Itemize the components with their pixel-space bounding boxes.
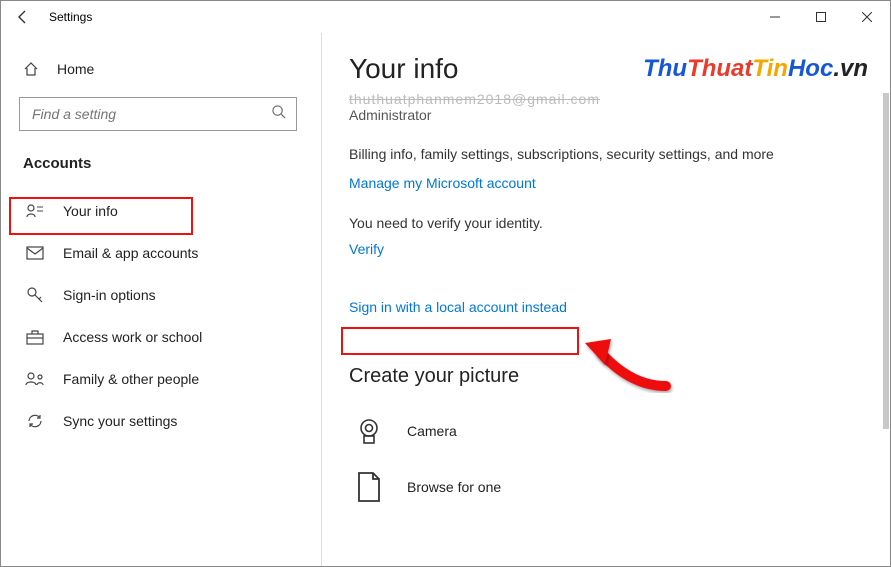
sync-icon bbox=[23, 412, 47, 430]
sidebar-item-email-accounts[interactable]: Email & app accounts bbox=[19, 232, 311, 274]
window-body: Home Accounts Your info Email & app bbox=[1, 33, 890, 566]
local-account-link[interactable]: Sign in with a local account instead bbox=[349, 299, 567, 315]
scrollbar-thumb[interactable] bbox=[883, 93, 889, 429]
people-icon bbox=[23, 371, 47, 387]
briefcase-icon bbox=[23, 329, 47, 345]
browse-label: Browse for one bbox=[407, 479, 501, 495]
local-account-wrap: Sign in with a local account instead bbox=[349, 299, 850, 317]
titlebar: Settings bbox=[1, 1, 890, 33]
search-box[interactable] bbox=[19, 97, 297, 131]
mail-icon bbox=[23, 246, 47, 260]
billing-info-text: Billing info, family settings, subscript… bbox=[349, 145, 819, 165]
sidebar-item-label: Email & app accounts bbox=[63, 245, 198, 261]
minimize-button[interactable] bbox=[752, 1, 798, 33]
create-picture-header: Create your picture bbox=[349, 365, 850, 388]
search-input[interactable] bbox=[30, 105, 260, 123]
page-title: Your info bbox=[349, 53, 850, 85]
browse-file-icon bbox=[349, 471, 389, 503]
picture-option-browse[interactable]: Browse for one bbox=[349, 462, 850, 512]
sidebar-item-label: Your info bbox=[63, 203, 118, 219]
sidebar-item-label: Family & other people bbox=[63, 371, 199, 387]
home-label: Home bbox=[57, 61, 94, 77]
window-controls bbox=[752, 1, 890, 33]
sidebar-item-access-work-school[interactable]: Access work or school bbox=[19, 316, 311, 358]
camera-icon bbox=[349, 416, 389, 446]
person-card-icon bbox=[23, 203, 47, 219]
manage-microsoft-account-link[interactable]: Manage my Microsoft account bbox=[349, 175, 536, 191]
settings-window: Settings Home bbox=[0, 0, 891, 567]
sidebar-item-signin-options[interactable]: Sign-in options bbox=[19, 274, 311, 316]
key-icon bbox=[23, 286, 47, 304]
verify-link[interactable]: Verify bbox=[349, 241, 384, 257]
camera-label: Camera bbox=[407, 423, 457, 439]
account-role: Administrator bbox=[349, 107, 850, 123]
close-button[interactable] bbox=[844, 1, 890, 33]
home-icon bbox=[19, 61, 43, 77]
window-title: Settings bbox=[49, 10, 92, 24]
content-pane: Your info thuthuatphanmem2018@gmail.com … bbox=[321, 33, 890, 566]
maximize-button[interactable] bbox=[798, 1, 844, 33]
scrollbar[interactable] bbox=[883, 93, 889, 560]
verify-identity-text: You need to verify your identity. bbox=[349, 215, 850, 231]
sidebar-item-label: Access work or school bbox=[63, 329, 202, 345]
home-nav[interactable]: Home bbox=[19, 51, 311, 87]
sidebar-group-header: Accounts bbox=[23, 155, 311, 172]
sidebar-item-family-people[interactable]: Family & other people bbox=[19, 358, 311, 400]
sidebar: Home Accounts Your info Email & app bbox=[1, 33, 321, 566]
sidebar-item-label: Sync your settings bbox=[63, 413, 177, 429]
account-email: thuthuatphanmem2018@gmail.com bbox=[349, 91, 850, 107]
sidebar-item-your-info[interactable]: Your info bbox=[19, 190, 311, 232]
back-button[interactable] bbox=[1, 1, 45, 33]
sidebar-item-sync-settings[interactable]: Sync your settings bbox=[19, 400, 311, 442]
picture-option-camera[interactable]: Camera bbox=[349, 406, 850, 456]
search-icon bbox=[271, 104, 286, 124]
sidebar-item-label: Sign-in options bbox=[63, 287, 156, 303]
